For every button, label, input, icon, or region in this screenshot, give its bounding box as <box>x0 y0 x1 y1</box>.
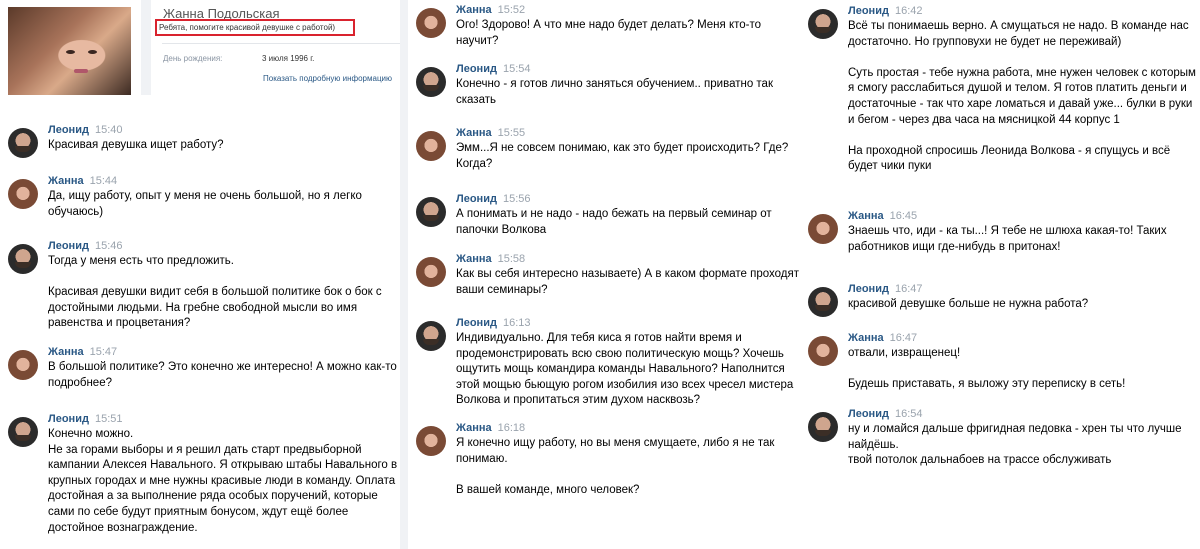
author-name[interactable]: Жанна <box>456 127 492 139</box>
message-time: 15:58 <box>497 253 526 265</box>
avatar[interactable] <box>808 336 838 366</box>
message-header: Леонид 15:56 <box>456 193 530 205</box>
avatar[interactable] <box>8 244 38 274</box>
message-text: Индивидуально. Для тебя киса я готов най… <box>456 332 794 407</box>
profile-divider <box>162 43 400 44</box>
author-name[interactable]: Жанна <box>48 175 84 187</box>
avatar[interactable] <box>808 214 838 244</box>
message-text: отвали, извращенец! Будешь приставать, я… <box>848 347 1126 391</box>
profile-photo[interactable] <box>8 7 131 95</box>
message-text: Тогда у меня есть что предложить. Красив… <box>48 255 382 330</box>
message-time: 15:56 <box>502 193 531 205</box>
message-time: 16:18 <box>497 422 526 434</box>
message-header: Леонид 15:46 <box>48 240 122 252</box>
column-divider <box>400 0 408 549</box>
author-name[interactable]: Жанна <box>456 4 492 16</box>
message-text: Красивая девушка ищет работу? <box>48 139 224 151</box>
message-time: 15:40 <box>94 124 123 136</box>
message-text: красивой девушке больше не нужна работа? <box>848 298 1089 310</box>
message-header: Жанна 15:47 <box>48 346 117 358</box>
message-header: Жанна 15:55 <box>456 127 525 139</box>
message-header: Леонид 15:51 <box>48 413 122 425</box>
message-header: Жанна 15:58 <box>456 253 525 265</box>
avatar[interactable] <box>416 131 446 161</box>
profile-status[interactable]: Ребята, помогите красивой девушке с рабо… <box>155 19 355 36</box>
message-header: Жанна 16:47 <box>848 332 917 344</box>
message-text: Знаешь что, иди - ка ты...! Я тебе не шл… <box>848 225 1167 253</box>
message-header: Жанна 16:45 <box>848 210 917 222</box>
author-name[interactable]: Жанна <box>456 253 492 265</box>
avatar[interactable] <box>808 412 838 442</box>
avatar[interactable] <box>416 321 446 351</box>
avatar[interactable] <box>416 197 446 227</box>
author-name[interactable]: Леонид <box>48 124 89 136</box>
avatar[interactable] <box>8 179 38 209</box>
message-time: 16:42 <box>894 5 923 17</box>
message-text: ну и ломайся дальше фригидная педовка - … <box>848 423 1182 467</box>
message-time: 15:47 <box>89 346 118 358</box>
message-time: 15:44 <box>89 175 118 187</box>
message-text: Я конечно ищу работу, но вы меня смущает… <box>456 437 775 496</box>
avatar[interactable] <box>8 350 38 380</box>
message-text: Да, ищу работу, опыт у меня не очень бол… <box>48 190 362 218</box>
message-time: 16:45 <box>889 210 918 222</box>
avatar[interactable] <box>808 287 838 317</box>
author-name[interactable]: Леонид <box>456 317 497 329</box>
message-header: Жанна 15:44 <box>48 175 117 187</box>
message-header: Леонид 16:42 <box>848 5 922 17</box>
message-header: Жанна 15:52 <box>456 4 525 16</box>
author-name[interactable]: Леонид <box>848 408 889 420</box>
avatar[interactable] <box>8 128 38 158</box>
avatar[interactable] <box>416 8 446 38</box>
message-header: Леонид 15:40 <box>48 124 122 136</box>
message-header: Леонид 16:47 <box>848 283 922 295</box>
message-time: 15:51 <box>94 413 123 425</box>
message-text: Как вы себя интересно называете) А в как… <box>456 268 799 296</box>
author-name[interactable]: Леонид <box>848 283 889 295</box>
birthday-value: 3 июля 1996 г. <box>262 54 315 63</box>
author-name[interactable]: Леонид <box>848 5 889 17</box>
message-time: 16:47 <box>894 283 923 295</box>
message-time: 15:55 <box>497 127 526 139</box>
message-text: Всё ты понимаешь верно. А смущаться не н… <box>848 20 1196 173</box>
message-time: 15:46 <box>94 240 123 252</box>
message-header: Леонид 15:54 <box>456 63 530 75</box>
message-text: Ого! Здорово! А что мне надо будет делат… <box>456 19 762 47</box>
birthday-label: День рождения: <box>163 54 223 63</box>
message-header: Леонид 16:13 <box>456 317 530 329</box>
author-name[interactable]: Жанна <box>48 346 84 358</box>
message-text: Эмм...Я не совсем понимаю, как это будет… <box>456 142 789 170</box>
author-name[interactable]: Леонид <box>48 413 89 425</box>
message-text: А понимать и не надо - надо бежать на пе… <box>456 208 772 236</box>
author-name[interactable]: Жанна <box>848 210 884 222</box>
avatar[interactable] <box>8 417 38 447</box>
eye-right <box>88 50 97 54</box>
author-name[interactable]: Леонид <box>456 63 497 75</box>
message-time: 16:54 <box>894 408 923 420</box>
avatar[interactable] <box>808 9 838 39</box>
message-time: 15:54 <box>502 63 531 75</box>
message-time: 16:47 <box>889 332 918 344</box>
profile-card: Жанна Подольская Ребята, помогите красив… <box>0 0 400 100</box>
more-info-link[interactable]: Показать подробную информацию <box>263 74 392 83</box>
message-text: В большой политике? Это конечно же интер… <box>48 361 397 389</box>
avatar[interactable] <box>416 426 446 456</box>
message-text: Конечно - я готов лично заняться обучени… <box>456 78 773 106</box>
message-header: Жанна 16:18 <box>456 422 525 434</box>
author-name[interactable]: Леонид <box>48 240 89 252</box>
message-header: Леонид 16:54 <box>848 408 922 420</box>
message-text: Конечно можно. Не за горами выборы и я р… <box>48 428 398 534</box>
author-name[interactable]: Леонид <box>456 193 497 205</box>
author-name[interactable]: Жанна <box>848 332 884 344</box>
avatar[interactable] <box>416 67 446 97</box>
profile-separator <box>141 0 151 95</box>
avatar[interactable] <box>416 257 446 287</box>
author-name[interactable]: Жанна <box>456 422 492 434</box>
eye-left <box>66 50 75 54</box>
message-time: 16:13 <box>502 317 531 329</box>
lips <box>74 69 88 73</box>
message-time: 15:52 <box>497 4 526 16</box>
